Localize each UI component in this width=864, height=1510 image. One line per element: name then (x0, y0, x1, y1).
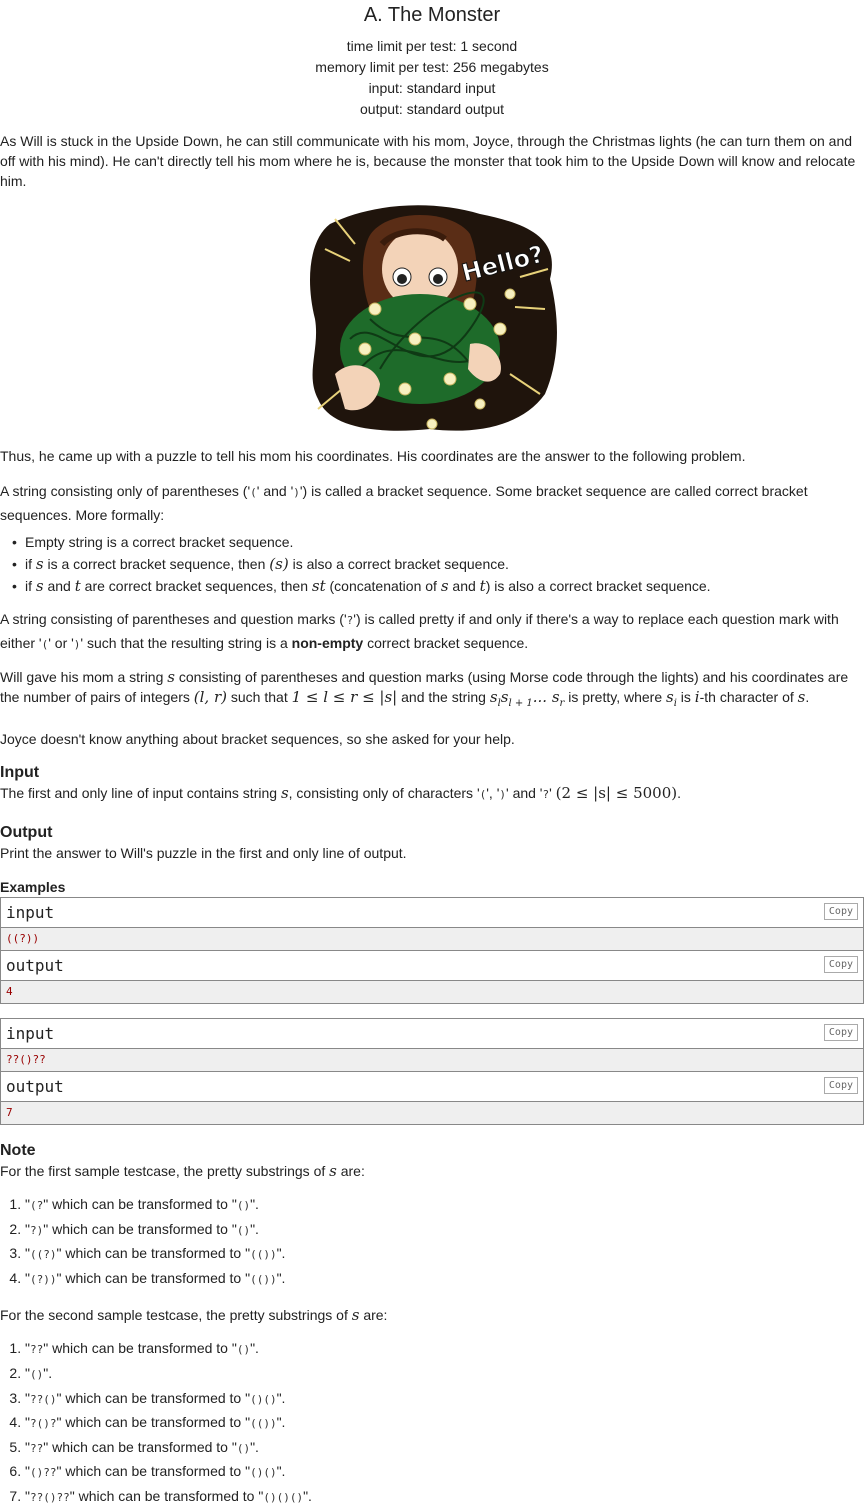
example-2-input: ??()?? (1, 1049, 863, 1072)
note-item: "??()??" which can be transformed to "()… (25, 1485, 864, 1510)
statement-p6: Joyce doesn't know anything about bracke… (0, 731, 515, 747)
statement-p3: A string consisting only of parentheses … (0, 483, 808, 523)
copy-button[interactable]: Copy (823, 903, 858, 920)
output-section-title: Output (0, 824, 53, 841)
note-item: "?)" which can be transformed to "()". (25, 1218, 864, 1243)
note-item: "()??" which can be transformed to "()()… (25, 1460, 864, 1485)
output-label: output (6, 956, 64, 975)
examples-title: Examples (0, 879, 66, 895)
note-first-intro: For the first sample testcase, the prett… (0, 1162, 365, 1180)
note-second-list: "??" which can be transformed to "()"."(… (0, 1337, 864, 1509)
correct-rules-list: Empty string is a correct bracket sequen… (0, 531, 864, 597)
memory-limit: memory limit per test: 256 megabytes (315, 59, 549, 75)
rule-3: if s and t are correct bracket sequences… (12, 575, 864, 597)
rule-2: if s is a correct bracket sequence, then… (12, 553, 864, 575)
time-limit: time limit per test: 1 second (346, 38, 518, 54)
example-2-output: 7 (1, 1102, 863, 1124)
problem-title: A. The Monster (363, 4, 501, 26)
example-1-output: 4 (1, 981, 863, 1003)
output-section-text: Print the answer to Will's puzzle in the… (0, 845, 407, 861)
note-item: "??" which can be transformed to "()". (25, 1436, 864, 1461)
input-label: input (6, 903, 55, 922)
example-1-input: ((?)) (1, 928, 863, 951)
illustration: Hello? (0, 199, 864, 449)
statement-p1: As Will is stuck in the Upside Down, he … (0, 133, 856, 189)
note-item: "??()" which can be transformed to "()()… (25, 1387, 864, 1412)
statement-p5: Will gave his mom a string s consisting … (0, 668, 849, 709)
example-2: input Copy ??()?? output Copy 7 (0, 1018, 864, 1125)
note-item: "?()?" which can be transformed to "(())… (25, 1411, 864, 1436)
note-second-intro: For the second sample testcase, the pret… (0, 1306, 388, 1325)
input-section-text: The first and only line of input contain… (0, 784, 681, 802)
note-first-list: "(?" which can be transformed to "()"."?… (0, 1193, 864, 1291)
example-2-output-header: output Copy (1, 1072, 863, 1102)
output-file: output: standard output (360, 101, 504, 117)
example-1-input-header: input Copy (1, 898, 863, 928)
note-item: "((?)" which can be transformed to "(())… (25, 1242, 864, 1267)
note-title: Note (0, 1142, 36, 1159)
note-item: "??" which can be transformed to "()". (25, 1337, 864, 1362)
output-label: output (6, 1077, 64, 1096)
input-section-title: Input (0, 764, 40, 781)
problem-header: A. The Monster time limit per test: 1 se… (0, 2, 864, 120)
illustration-image: Hello? (310, 205, 557, 431)
example-1-output-header: output Copy (1, 951, 863, 981)
copy-button[interactable]: Copy (823, 1024, 858, 1041)
example-2-input-header: input Copy (1, 1019, 863, 1049)
rule-1: Empty string is a correct bracket sequen… (12, 531, 864, 553)
note-item: "()". (25, 1362, 864, 1387)
input-label: input (6, 1024, 55, 1043)
example-1: input Copy ((?)) output Copy 4 (0, 897, 864, 1004)
copy-button[interactable]: Copy (823, 956, 858, 973)
input-file: input: standard input (368, 80, 496, 96)
statement-p4: A string consisting of parentheses and q… (0, 611, 839, 651)
note-item: "(?))" which can be transformed to "(())… (25, 1267, 864, 1292)
copy-button[interactable]: Copy (823, 1077, 858, 1094)
note-item: "(?" which can be transformed to "()". (25, 1193, 864, 1218)
